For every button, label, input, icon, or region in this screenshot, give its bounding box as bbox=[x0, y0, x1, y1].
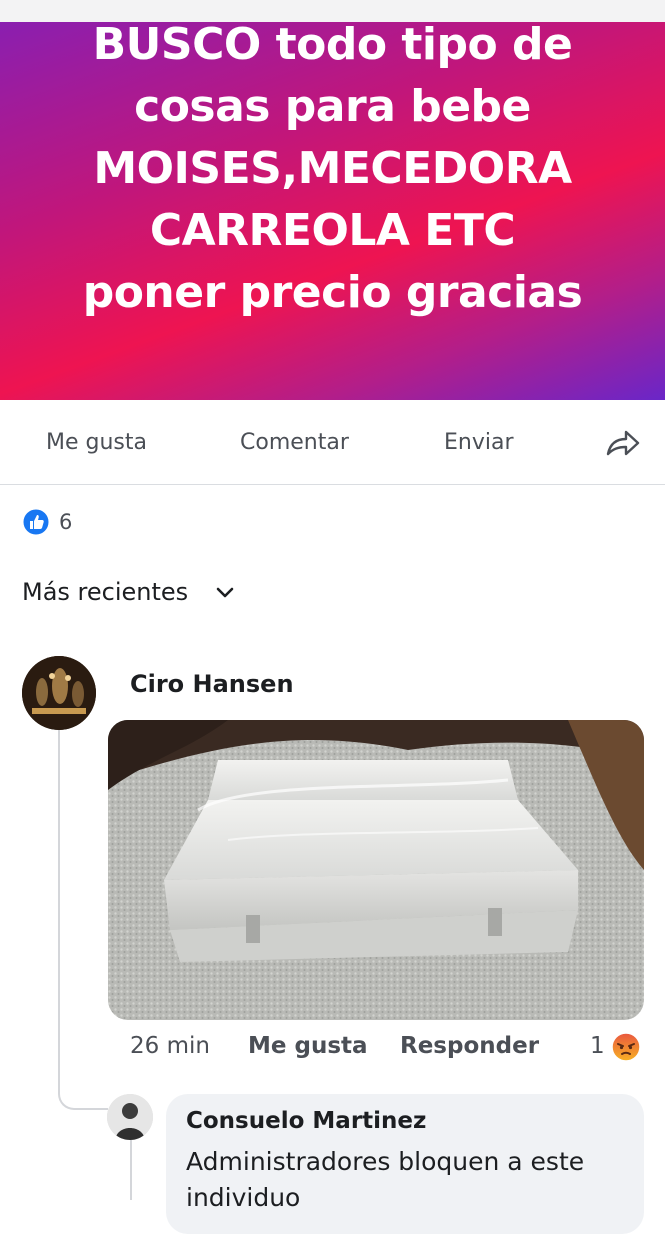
share-arrow-icon[interactable] bbox=[604, 424, 642, 462]
post-text-line: BUSCO todo tipo de bbox=[92, 22, 573, 70]
like-thumb-icon bbox=[22, 508, 50, 536]
comment-reply-button[interactable]: Responder bbox=[400, 1033, 539, 1059]
coffin-photo-image bbox=[108, 720, 644, 1020]
reply-bubble[interactable]: Consuelo Martinez Administradores bloque… bbox=[166, 1094, 644, 1234]
thread-connector bbox=[130, 1140, 132, 1200]
comment-photo[interactable] bbox=[108, 720, 644, 1020]
reply-text: Administradores bloquen a este individuo bbox=[186, 1147, 585, 1212]
comment-author[interactable]: Ciro Hansen bbox=[130, 670, 294, 698]
post-text-line: cosas para bebe bbox=[134, 81, 531, 132]
post-text-line: MOISES,MECEDORA bbox=[93, 143, 572, 194]
post-background-banner: BUSCO todo tipo de cosas para bebe MOISE… bbox=[0, 22, 665, 400]
comment-like-button[interactable]: Me gusta bbox=[248, 1033, 368, 1059]
post-text-line: CARREOLA ETC bbox=[149, 205, 516, 256]
reaction-count: 6 bbox=[59, 510, 73, 534]
post-text: BUSCO todo tipo de cosas para bebe MOISE… bbox=[0, 22, 665, 324]
reply-author[interactable]: Consuelo Martinez bbox=[186, 1108, 426, 1134]
avatar-image bbox=[107, 1094, 153, 1140]
sort-dropdown[interactable]: Más recientes bbox=[22, 578, 188, 606]
thread-connector bbox=[58, 730, 108, 1110]
avatar[interactable] bbox=[22, 656, 96, 730]
angry-face-icon[interactable] bbox=[610, 1031, 642, 1063]
comment-timestamp: 26 min bbox=[130, 1033, 210, 1059]
avatar-image bbox=[22, 656, 96, 730]
post-text-line: poner precio gracias bbox=[82, 267, 583, 318]
send-button[interactable]: Enviar bbox=[444, 430, 514, 455]
comment-button[interactable]: Comentar bbox=[240, 430, 349, 455]
avatar[interactable] bbox=[107, 1094, 153, 1140]
status-strip bbox=[0, 0, 665, 22]
chevron-down-icon[interactable] bbox=[216, 586, 234, 600]
like-button[interactable]: Me gusta bbox=[46, 430, 147, 455]
comment-reaction-count[interactable]: 1 bbox=[590, 1033, 605, 1059]
post-action-bar: Me gusta Comentar Enviar bbox=[0, 402, 665, 485]
